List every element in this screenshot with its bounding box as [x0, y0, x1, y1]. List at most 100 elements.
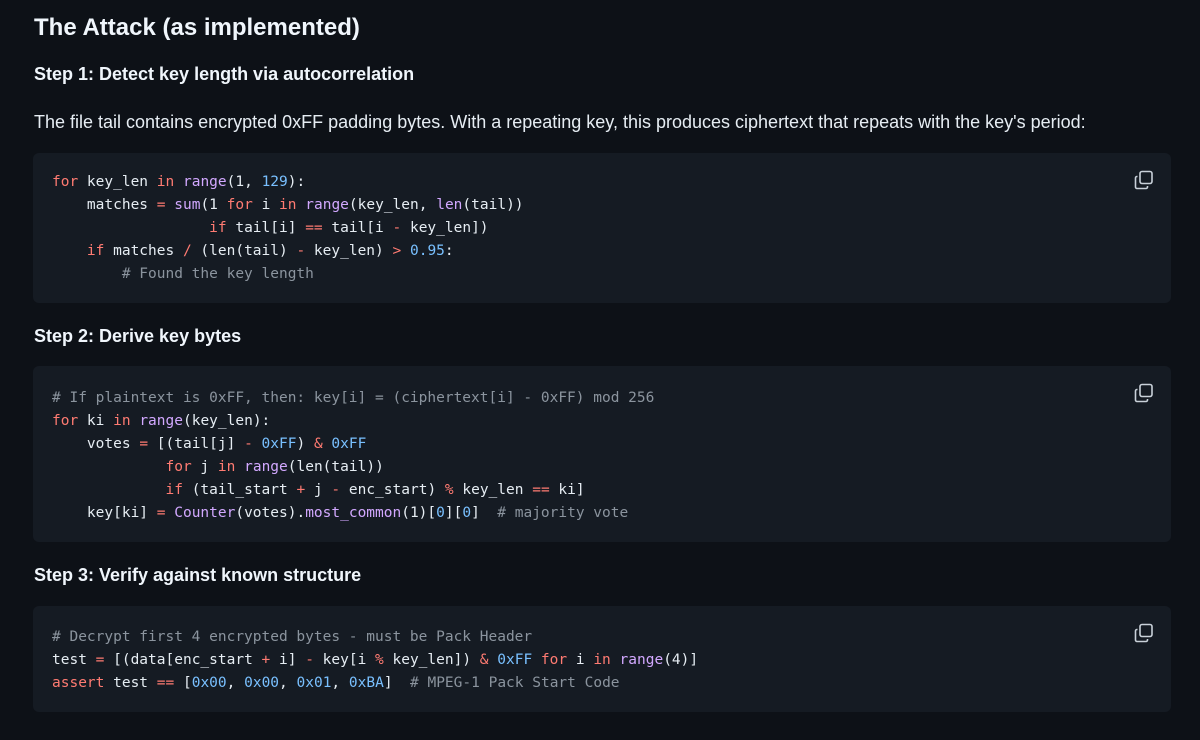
code-token: sum: [174, 197, 201, 213]
code-token: -: [244, 436, 253, 452]
code-step-3: # Decrypt first 4 encrypted bytes - must…: [33, 606, 1171, 695]
code-token: if: [165, 482, 183, 498]
code-token: test: [104, 675, 157, 691]
code-token: key_len: [78, 174, 157, 190]
code-token: (1: [200, 197, 227, 213]
code-token: 0: [462, 505, 472, 521]
code-line: if tail[i] == tail[i - key_len]): [52, 220, 489, 236]
code-token: # MPEG-1 Pack Start Code: [410, 675, 620, 691]
code-step-2: # If plaintext is 0xFF, then: key[i] = (…: [33, 366, 1171, 525]
code-token: matches: [104, 243, 183, 259]
code-token: in: [156, 174, 175, 190]
code-token: ,: [226, 675, 245, 691]
code-token: -: [305, 652, 314, 668]
code-token: ,: [279, 675, 297, 691]
code-token: 0xFF: [497, 652, 533, 668]
code-token: ki]: [549, 482, 585, 498]
step-1-heading: Step 1: Detect key length via autocorrel…: [34, 64, 415, 84]
code-token: ==: [305, 220, 323, 236]
code-token: ]: [471, 505, 498, 521]
code-line: if matches / (len(tail) - key_len) > 0.9…: [52, 243, 454, 259]
code-token: +: [261, 652, 271, 668]
code-token: -: [296, 243, 306, 259]
code-token: -: [331, 482, 341, 498]
code-token: range: [182, 174, 227, 190]
step-2-heading: Step 2: Derive key bytes: [34, 326, 242, 346]
step-1-intro: The file tail contains encrypted 0xFF pa…: [34, 112, 1086, 132]
code-token: range: [244, 459, 288, 475]
code-token: len: [436, 197, 463, 213]
code-token: i]: [270, 652, 306, 668]
code-token: ki: [78, 413, 114, 429]
code-token: ==: [156, 675, 175, 691]
code-token: Counter: [174, 505, 236, 521]
code-line: # Found the key length: [52, 266, 314, 282]
code-token: enc_start): [340, 482, 445, 498]
code-token: key_len]): [383, 652, 480, 668]
code-token: :: [444, 243, 454, 259]
code-line: for key_len in range(1, 129):: [52, 174, 305, 190]
code-line: for j in range(len(tail)): [52, 459, 384, 475]
code-token: in: [593, 652, 611, 668]
code-token: j: [191, 459, 218, 475]
code-token: for: [165, 459, 192, 475]
code-line: if (tail_start + j - enc_start) % key_le…: [52, 482, 585, 498]
code-token: ][: [444, 505, 463, 521]
code-token: range: [305, 197, 349, 213]
code-token: for: [52, 174, 79, 190]
code-token: (key_len):: [182, 413, 271, 429]
code-token: ]: [383, 675, 411, 691]
code-token: &: [479, 652, 489, 668]
code-line: # If plaintext is 0xFF, then: key[i] = (…: [52, 390, 654, 406]
code-token: 0x00: [191, 675, 227, 691]
code-token: range: [619, 652, 664, 668]
code-token: 0.95: [409, 243, 445, 259]
code-token: 0x01: [296, 675, 332, 691]
code-token: (tail_start: [182, 482, 297, 498]
copy-icon[interactable]: [1133, 622, 1155, 644]
code-token: 0: [436, 505, 445, 521]
code-token: 129: [261, 174, 288, 190]
code-token: 0xBA: [348, 675, 384, 691]
code-token: votes: [52, 436, 140, 452]
code-block-step-3: # Decrypt first 4 encrypted bytes - must…: [33, 606, 1171, 712]
code-token: ==: [532, 482, 550, 498]
code-token: matches: [52, 197, 157, 213]
code-token: tail[i]: [226, 220, 306, 236]
copy-icon[interactable]: [1133, 169, 1155, 191]
code-token: [(data[enc_start: [104, 652, 262, 668]
code-token: in: [279, 197, 297, 213]
code-line: # Decrypt first 4 encrypted bytes - must…: [52, 629, 532, 645]
code-line: key[ki] = Counter(votes).most_common(1)[…: [52, 505, 628, 521]
code-token: i: [567, 652, 594, 668]
code-line: votes = [(tail[j] - 0xFF) & 0xFF: [52, 436, 366, 452]
code-token: j: [305, 482, 332, 498]
code-token: [: [174, 675, 192, 691]
code-token: in: [113, 413, 131, 429]
code-token: key_len]): [401, 220, 489, 236]
code-token: range: [139, 413, 183, 429]
code-token: +: [296, 482, 306, 498]
code-token: # Decrypt first 4 encrypted bytes - must…: [52, 629, 533, 645]
code-line: test = [(data[enc_start + i] - key[i % k…: [52, 652, 698, 668]
step-3-heading: Step 3: Verify against known structure: [34, 565, 362, 585]
copy-icon[interactable]: [1133, 382, 1155, 404]
code-block-step-2: # If plaintext is 0xFF, then: key[i] = (…: [33, 366, 1171, 542]
code-token: if: [209, 220, 227, 236]
code-token: assert: [52, 675, 105, 691]
code-token: for: [540, 652, 568, 668]
code-block-step-1: for key_len in range(1, 129): matches = …: [33, 153, 1171, 303]
code-token: (len(tail)): [287, 459, 384, 475]
code-token: # majority vote: [497, 505, 629, 521]
code-token: most_common: [305, 505, 402, 521]
code-line: matches = sum(1 for i in range(key_len, …: [52, 197, 524, 213]
code-token: 0x00: [244, 675, 280, 691]
